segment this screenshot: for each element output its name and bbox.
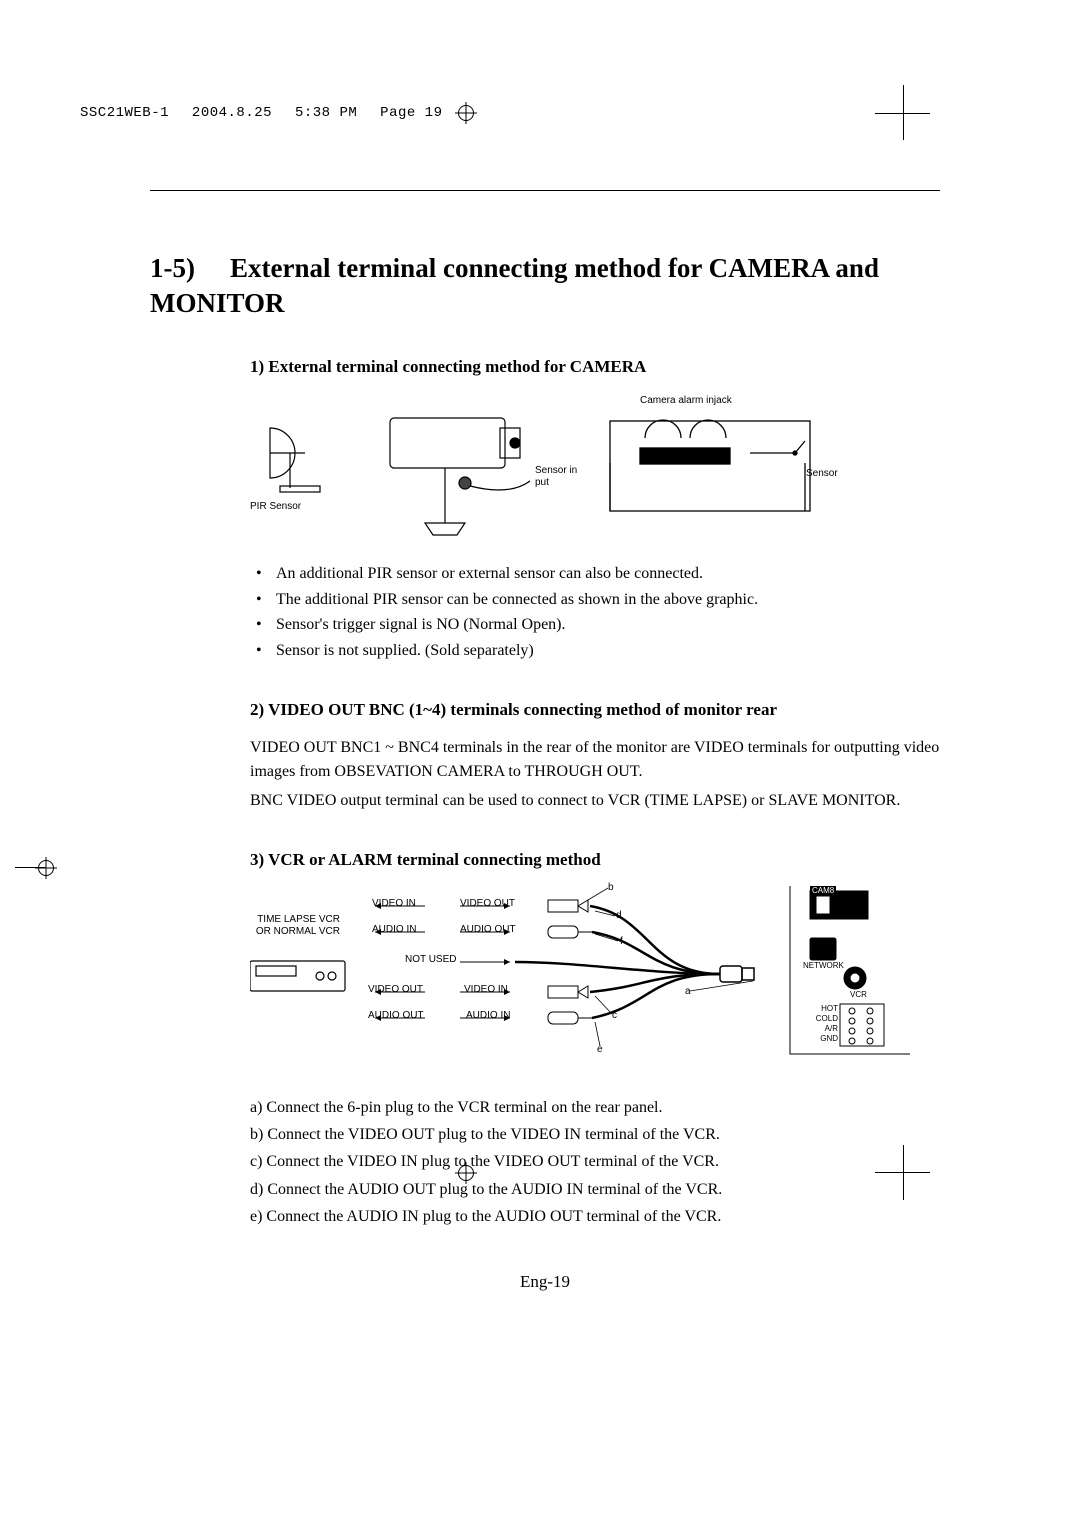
label-pir: PIR Sensor [250,501,301,512]
callout-d: d [616,910,622,921]
panel-gnd: GND [813,1034,838,1043]
panel-ar: A/R [813,1024,838,1033]
panel-network: NETWORK [803,961,844,970]
doc-time: 5:38 PM [295,105,357,121]
vcr-caption-1: TIME LAPSE VCR [250,914,340,925]
callout-c: c [612,1010,617,1021]
doc-date: 2004.8.25 [192,105,272,121]
registration-mark-top [455,102,477,124]
top-rule [150,190,940,191]
callout-e: e [597,1044,603,1055]
registration-mark-left [35,857,57,879]
page-footer: Eng-19 [150,1272,940,1292]
label-sensor-input: Sensor in put [535,465,585,489]
label-alarm-jack: Camera alarm injack [640,395,732,406]
step-b: b) Connect the VIDEO OUT plug to the VID… [250,1121,940,1148]
sub1-bullets: An additional PIR sensor or external sen… [250,561,940,663]
panel-hot: HOT [813,1004,838,1013]
doc-page: Page 19 [380,105,442,121]
bullet-item: The additional PIR sensor can be connect… [250,587,940,613]
lbl-ai-1: AUDIO IN [372,924,416,935]
section-heading: 1-5)External terminal connecting method … [150,251,940,321]
bullet-item: Sensor is not supplied. (Sold separately… [250,638,940,664]
sub2-para1: VIDEO OUT BNC1 ~ BNC4 terminals in the r… [250,736,940,786]
figure-vcr-wiring: TIME LAPSE VCR OR NORMAL VCR VIDEO IN VI… [250,886,940,1076]
sub1-heading: 1) External terminal connecting method f… [250,357,940,377]
lbl-vi-1: VIDEO IN [372,898,416,909]
lbl-ao-2: AUDIO OUT [368,1010,424,1021]
lbl-notused: NOT USED [405,954,457,965]
callout-b: b [608,882,614,893]
lbl-vi-2: VIDEO IN [464,984,508,995]
doc-id: SSC21WEB-1 [80,105,169,121]
step-c: c) Connect the VIDEO IN plug to the VIDE… [250,1148,940,1175]
step-d: d) Connect the AUDIO OUT plug to the AUD… [250,1176,940,1203]
section-title-text: External terminal connecting method for … [150,253,879,318]
bullet-item: Sensor's trigger signal is NO (Normal Op… [250,612,940,638]
lbl-vo-2: VIDEO OUT [368,984,423,995]
callout-f: f [620,936,623,947]
sub3-steps: a) Connect the 6-pin plug to the VCR ter… [250,1094,940,1230]
sub2-heading: 2) VIDEO OUT BNC (1~4) terminals connect… [250,700,940,720]
panel-cam8: CAM8 [810,886,836,895]
label-sensor: Sensor [806,468,838,479]
step-a: a) Connect the 6-pin plug to the VCR ter… [250,1094,940,1121]
lbl-ai-2: AUDIO IN [466,1010,510,1021]
lbl-ao-1: AUDIO OUT [460,924,516,935]
figure-camera-sensor: PIR Sensor Sensor in put Camera alarm in… [250,393,940,543]
vcr-caption-2: OR NORMAL VCR [250,926,340,937]
page-body: 1-5)External terminal connecting method … [150,190,940,1292]
callout-a: a [685,986,691,997]
sub2-para2: BNC VIDEO output terminal can be used to… [250,789,940,814]
lbl-vo-1: VIDEO OUT [460,898,515,909]
bullet-item: An additional PIR sensor or external sen… [250,561,940,587]
section-number: 1-5) [150,251,230,286]
panel-cold: COLD [813,1014,838,1023]
print-header: SSC21WEB-1 2004.8.25 5:38 PM Page 19 [80,105,456,121]
panel-vcr: VCR [850,990,867,999]
sub3-heading: 3) VCR or ALARM terminal connecting meth… [250,850,940,870]
step-e: e) Connect the AUDIO IN plug to the AUDI… [250,1203,940,1230]
